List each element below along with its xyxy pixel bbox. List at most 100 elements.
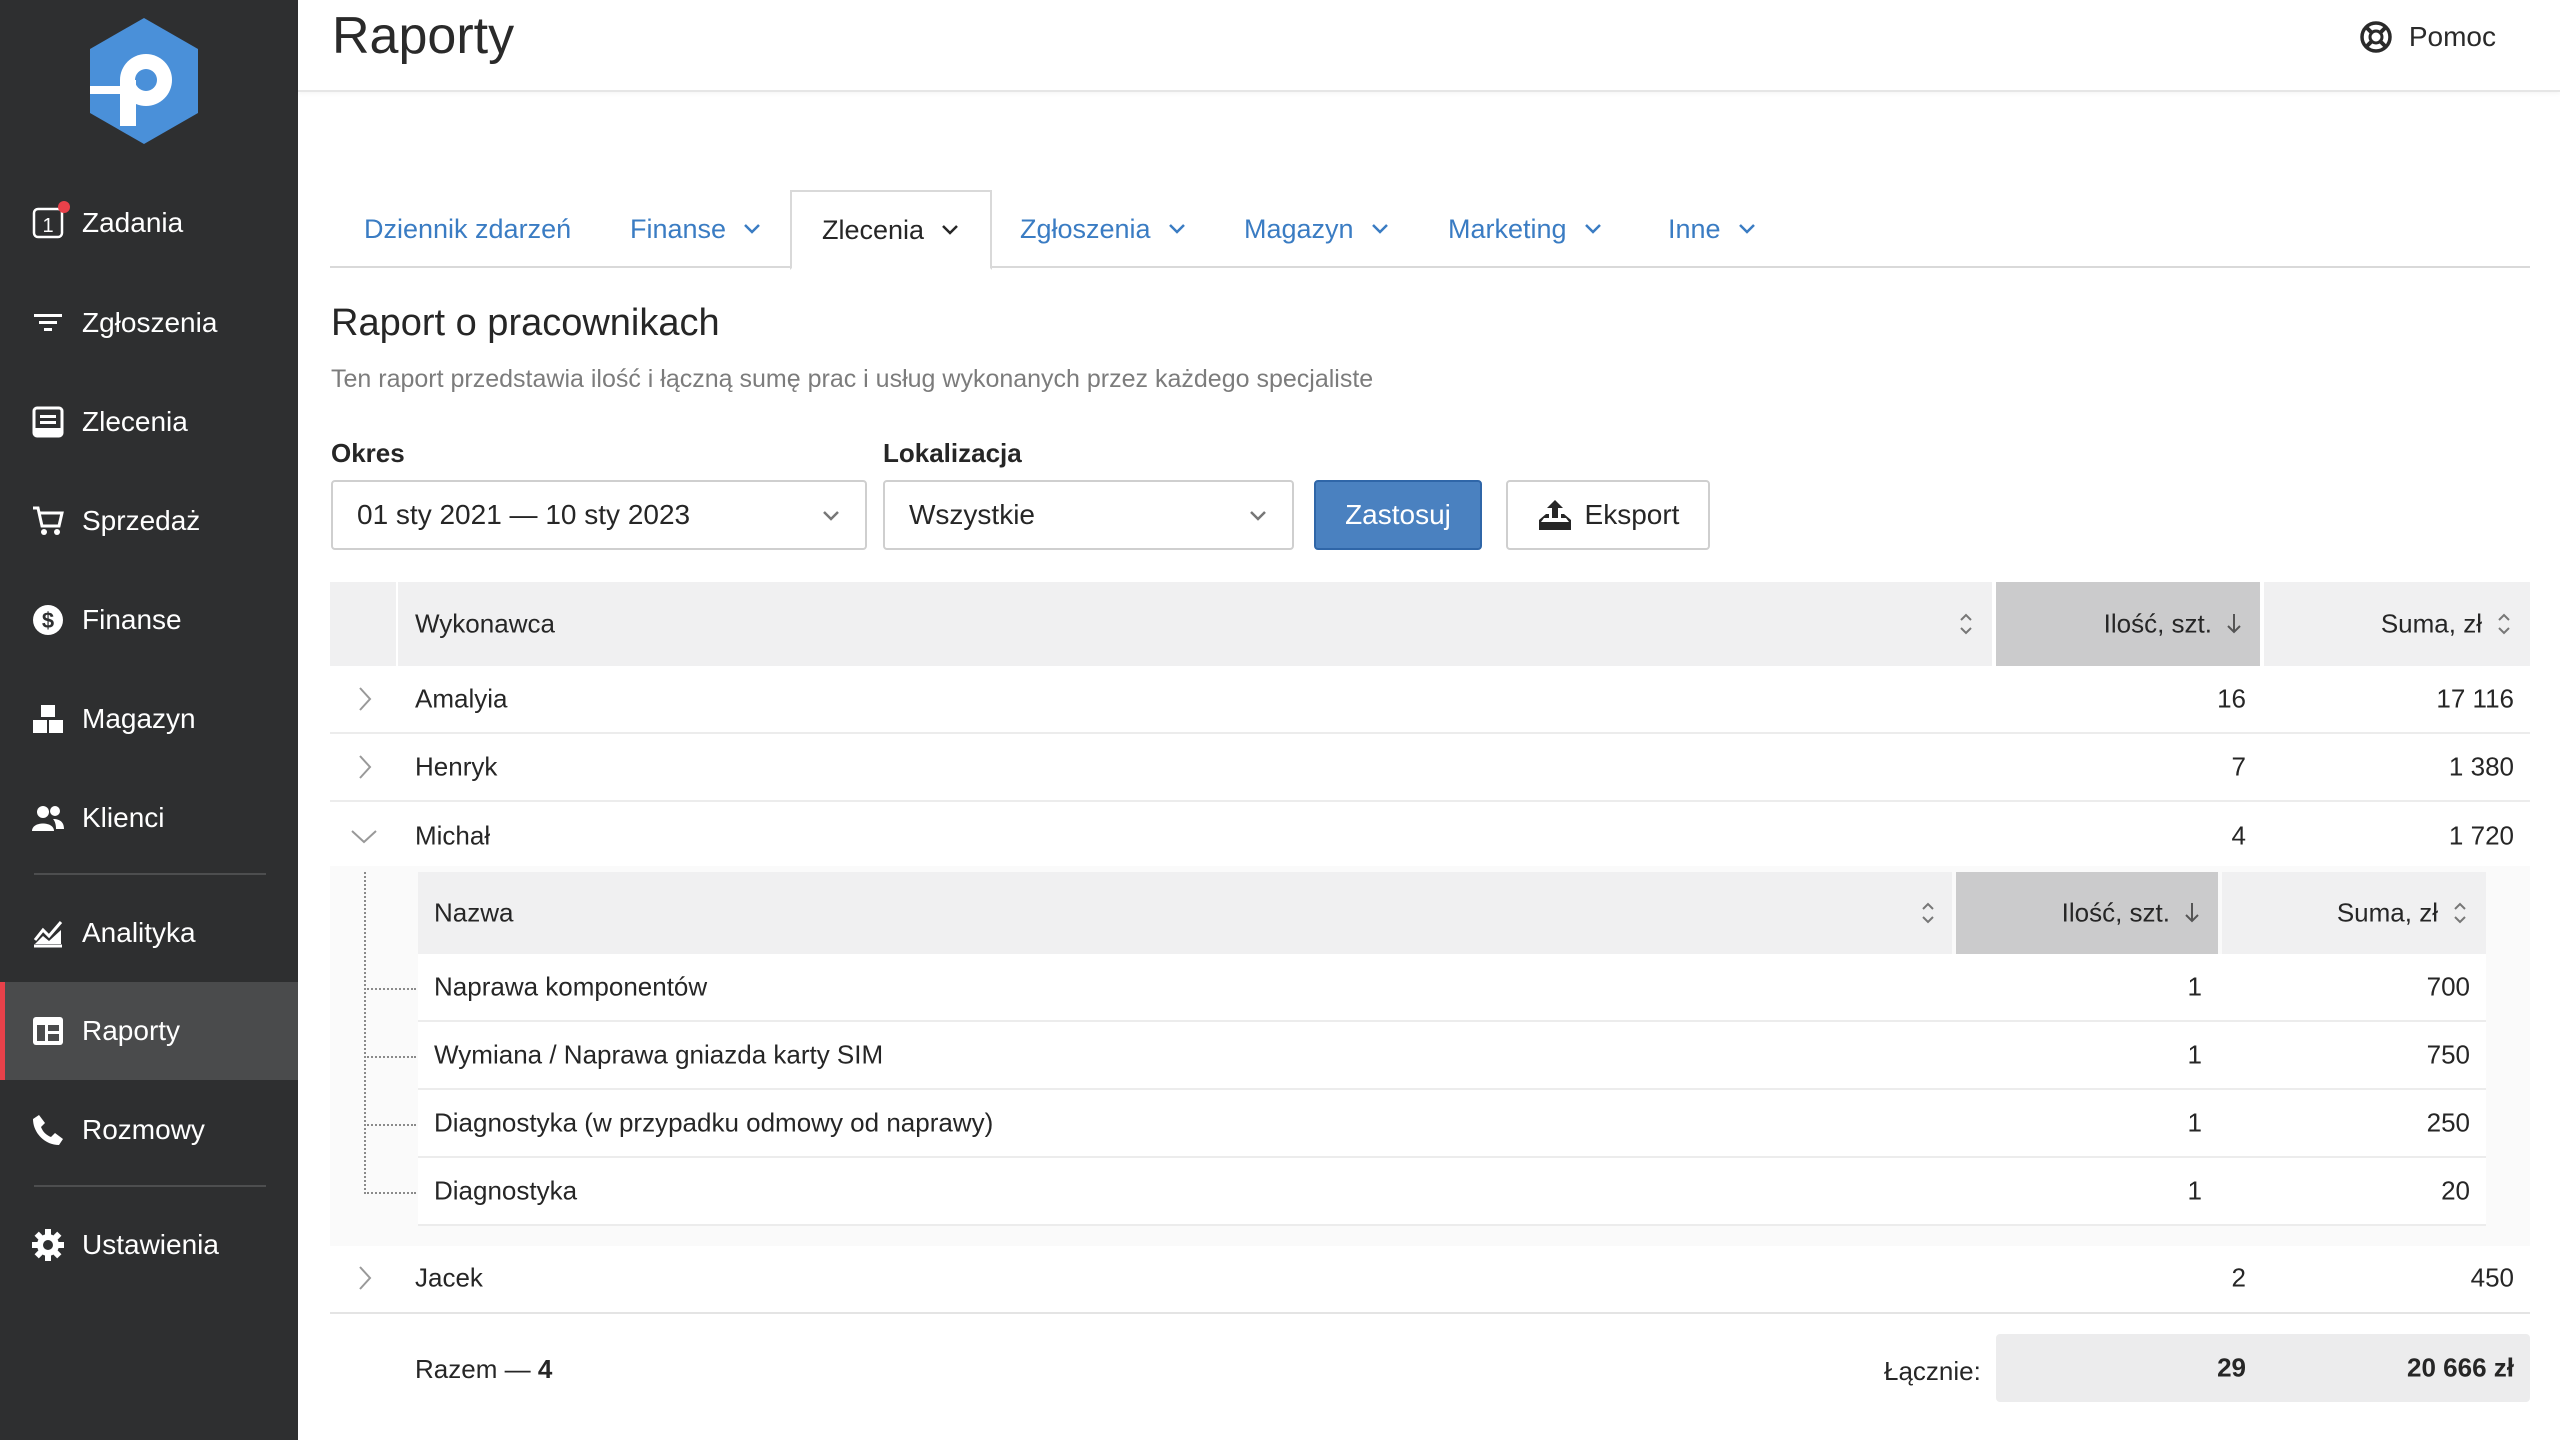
report-title: Raport o pracownikach (331, 302, 720, 344)
sort-icon (1960, 613, 1972, 635)
period-select[interactable]: 01 sty 2021 — 10 sty 2023 (331, 480, 867, 550)
chevron-down-icon (1250, 511, 1266, 521)
tab-finanse[interactable]: Finanse (630, 190, 762, 268)
column-header-performer[interactable]: Wykonawca (398, 582, 1992, 666)
sidebar-item-label: Raporty (82, 1015, 181, 1046)
chevron-right-icon[interactable] (350, 685, 378, 713)
chevron-down-icon (744, 224, 760, 234)
warehouse-icon (30, 701, 66, 737)
sum-value: 20 (2441, 1175, 2470, 1206)
sidebar-item-zgloszenia[interactable]: Zgłoszenia (0, 274, 298, 372)
tab-dziennik-zdarzen[interactable]: Dziennik zdarzeń (364, 190, 571, 268)
quantity-value: 2 (2231, 1262, 2246, 1293)
tab-label: Zgłoszenia (1020, 213, 1151, 244)
nested-column-header-quantity[interactable]: Ilość, szt. (1956, 872, 2218, 954)
lifebuoy-icon (2360, 21, 2392, 53)
tab-inne[interactable]: Inne (1668, 190, 1757, 268)
sort-descending-icon (2227, 614, 2241, 634)
nested-column-header-sum[interactable]: Suma, zł (2222, 872, 2486, 954)
sidebar-item-magazyn[interactable]: Magazyn (0, 670, 298, 768)
performer-name: Michał (415, 820, 491, 851)
sum-value: 1 720 (2448, 820, 2514, 851)
column-header-label: Wykonawca (415, 608, 555, 639)
sidebar-item-raporty[interactable]: Raporty (0, 982, 298, 1080)
quantity-value: 1 (2187, 971, 2202, 1002)
tab-magazyn[interactable]: Magazyn (1244, 190, 1390, 268)
tab-label: Inne (1668, 213, 1721, 244)
sort-icon (1922, 902, 1934, 924)
chevron-down-icon (1168, 224, 1185, 234)
sidebar-item-label: Sprzedaż (82, 505, 201, 536)
sidebar: 1 Zadania Zgłoszenia Zlecenia Sprzedaż $… (0, 0, 298, 1440)
export-button[interactable]: Eksport (1506, 480, 1710, 550)
sidebar-item-zadania[interactable]: 1 Zadania (0, 174, 298, 272)
nested-column-header-name[interactable]: Nazwa (418, 872, 1952, 954)
tab-zgloszenia[interactable]: Zgłoszenia (1020, 190, 1187, 268)
tab-marketing[interactable]: Marketing (1448, 190, 1603, 268)
period-label: Okres (331, 438, 405, 468)
sidebar-item-finanse[interactable]: $ Finanse (0, 571, 298, 669)
sidebar-item-klienci[interactable]: Klienci (0, 769, 298, 867)
location-value: Wszystkie (909, 499, 1035, 530)
column-header-label: Nazwa (434, 897, 514, 928)
tab-zlecenia[interactable]: Zlecenia (790, 190, 993, 270)
column-header-label: Suma, zł (2336, 897, 2438, 928)
chevron-down-icon[interactable] (350, 822, 378, 850)
sidebar-item-sprzedaz[interactable]: Sprzedaż (0, 472, 298, 570)
sort-descending-icon (2185, 903, 2199, 923)
page-title: Raporty (332, 7, 515, 65)
phone-icon (30, 1112, 66, 1148)
chevron-right-icon[interactable] (350, 753, 378, 781)
sidebar-item-label: Finanse (82, 604, 182, 635)
column-header-sum[interactable]: Suma, zł (2264, 582, 2530, 666)
sidebar-item-zlecenia[interactable]: Zlecenia (0, 373, 298, 471)
tab-label: Marketing (1448, 213, 1567, 244)
column-header-label: Ilość, szt. (2061, 897, 2170, 928)
total-sum: 20 666 zł (2407, 1352, 2514, 1383)
apply-button[interactable]: Zastosuj (1314, 480, 1482, 550)
location-label: Lokalizacja (883, 438, 1022, 468)
sum-value: 250 (2426, 1107, 2470, 1138)
top-header: Raporty Pomoc (298, 0, 2560, 92)
sidebar-divider (34, 1185, 266, 1187)
sidebar-item-label: Zgłoszenia (82, 307, 218, 338)
filter-icon (30, 305, 66, 341)
app-logo[interactable] (86, 18, 202, 144)
tab-label: Dziennik zdarzeń (364, 213, 572, 244)
period-value: 01 sty 2021 — 10 sty 2023 (357, 499, 691, 530)
sum-value: 750 (2426, 1039, 2470, 1070)
column-header-label: Suma, zł (2380, 608, 2482, 639)
quantity-value: 1 (2187, 1107, 2202, 1138)
tree-connector (364, 1124, 416, 1126)
sort-icon (2498, 613, 2510, 635)
chevron-down-icon (823, 511, 839, 521)
sidebar-item-rozmowy[interactable]: Rozmowy (0, 1081, 298, 1179)
quantity-value: 16 (2217, 683, 2246, 714)
sidebar-divider (34, 873, 266, 875)
chevron-right-icon[interactable] (350, 1264, 378, 1292)
performer-name: Henryk (415, 751, 498, 782)
table-row[interactable]: Jacek 2 450 (330, 1244, 2530, 1312)
chevron-down-icon (1738, 224, 1755, 234)
column-header-quantity[interactable]: Ilość, szt. (1996, 582, 2260, 666)
sidebar-item-ustawienia[interactable]: Ustawienia (0, 1196, 298, 1294)
totals-box: 29 20 666 zł (1996, 1334, 2530, 1402)
notification-dot (58, 201, 70, 213)
total-quantity: 29 (2217, 1352, 2246, 1383)
table-row-expanded[interactable]: Michał 4 1 720 (330, 802, 2530, 870)
table-row[interactable]: Henryk 7 1 380 (330, 734, 2530, 802)
tree-connector (364, 872, 366, 1194)
row-count-label: Razem — (415, 1354, 538, 1384)
help-button[interactable]: Pomoc (2359, 20, 2496, 54)
sidebar-item-label: Klienci (82, 802, 165, 833)
location-select[interactable]: Wszystkie (883, 480, 1294, 550)
table-row[interactable]: Amalyia 16 17 116 (330, 666, 2530, 734)
service-name: Naprawa komponentów (434, 971, 708, 1002)
analytics-icon (30, 915, 66, 951)
sum-value: 700 (2426, 971, 2470, 1002)
report-subtitle: Ten raport przedstawia ilość i łączną su… (331, 365, 1374, 393)
tab-label: Finanse (630, 213, 727, 244)
sidebar-item-analityka[interactable]: Analityka (0, 884, 298, 982)
dollar-icon: $ (30, 602, 66, 638)
table-header-expand (330, 582, 396, 666)
